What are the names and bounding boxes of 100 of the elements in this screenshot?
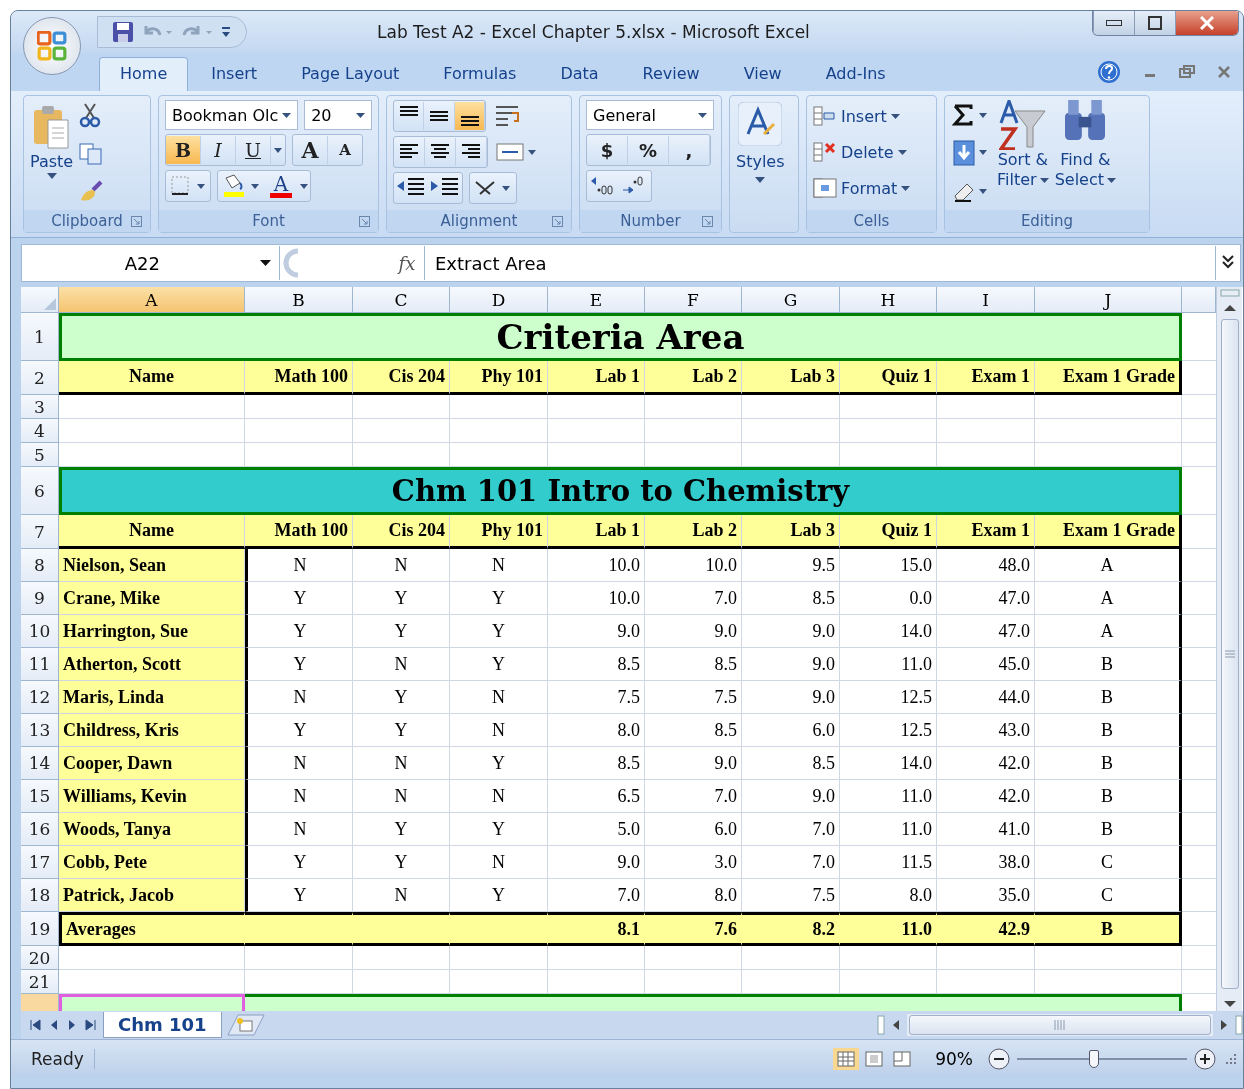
row-header[interactable]: 5	[21, 443, 59, 467]
table-cell: Y	[353, 846, 450, 879]
number-format-button[interactable]: ,	[669, 136, 710, 164]
ribbon-tab[interactable]: Home	[99, 57, 189, 91]
font-size-field[interactable]: 20	[304, 100, 372, 130]
resize-grip-icon[interactable]	[1223, 1051, 1237, 1066]
row-header[interactable]: 7	[21, 515, 59, 549]
dialog-launcher-icon[interactable]	[702, 215, 713, 227]
align-button[interactable]	[455, 102, 485, 130]
row-header[interactable]: 14	[21, 747, 59, 780]
row-header[interactable]: 8	[21, 549, 59, 582]
font-style-button[interactable]: U	[236, 136, 271, 164]
row-header[interactable]: 16	[21, 813, 59, 846]
row-header[interactable]: 6	[21, 467, 59, 515]
column-header[interactable]: F	[645, 287, 742, 313]
grow-font-button[interactable]: A	[293, 136, 328, 164]
row-header[interactable]: 18	[21, 879, 59, 912]
ribbon-tab[interactable]: Data	[539, 57, 620, 91]
ribbon-tab[interactable]: Review	[621, 57, 721, 91]
group-label: Editing	[1020, 212, 1074, 230]
ribbon-tab[interactable]: Page Layout	[280, 57, 421, 91]
number-format-field[interactable]: General	[586, 100, 714, 130]
row-header[interactable]: 4	[21, 419, 59, 443]
column-header[interactable]: E	[548, 287, 645, 313]
help-icon[interactable]	[1097, 60, 1121, 84]
ribbon-tab[interactable]: Formulas	[422, 57, 538, 91]
number-format-button[interactable]: $	[587, 136, 628, 164]
close-button[interactable]	[1175, 11, 1238, 35]
zoom-slider-thumb[interactable]	[1088, 1049, 1099, 1068]
caret-icon	[890, 113, 900, 119]
zoom-in-icon[interactable]	[1193, 1046, 1217, 1071]
restore-icon[interactable]	[1179, 65, 1195, 79]
row-header[interactable]: 21	[21, 970, 59, 994]
paste-button[interactable]: Paste	[30, 100, 74, 210]
table-cell: 10.0	[645, 549, 742, 582]
row-header[interactable]: 20	[21, 946, 59, 970]
split-handle-icon[interactable]	[1235, 1015, 1243, 1035]
sheet-tab[interactable]: Chm 101	[103, 1012, 222, 1038]
table-cell: 35.0	[937, 879, 1035, 912]
save-icon[interactable]	[112, 21, 134, 43]
scroll-thumb[interactable]	[1220, 319, 1239, 989]
column-header[interactable]: C	[353, 287, 450, 313]
format-cells-icon	[813, 178, 837, 198]
sort-filter-button[interactable]: Sort & Filter	[997, 100, 1049, 210]
row-header[interactable]: 17	[21, 846, 59, 879]
table-cell: Maris, Linda	[59, 681, 245, 714]
row-header[interactable]: 2	[21, 361, 59, 395]
column-header[interactable]: J	[1035, 287, 1182, 313]
insert-function-button[interactable]: fx	[390, 252, 424, 274]
dialog-launcher-icon[interactable]	[552, 215, 563, 227]
table-cell: Y	[450, 582, 548, 615]
table-cell: 9.0	[645, 615, 742, 648]
dialog-launcher-icon[interactable]	[359, 215, 370, 227]
split-handle-icon[interactable]	[1219, 289, 1240, 297]
ribbon-tab[interactable]: Add-Ins	[804, 57, 907, 91]
header-cell: Exam 1	[937, 361, 1035, 395]
find-select-button[interactable]: Find & Select	[1054, 100, 1116, 210]
row-header[interactable]: 19	[21, 912, 59, 946]
maximize-button[interactable]	[1134, 11, 1175, 35]
column-header[interactable]: B	[245, 287, 353, 313]
row-header[interactable]: 15	[21, 780, 59, 813]
table-cell: 7.5	[548, 681, 645, 714]
shrink-font-button[interactable]: A	[328, 136, 362, 164]
zoom-level[interactable]: 90%	[927, 1048, 981, 1069]
normal-view-icon[interactable]	[833, 1047, 860, 1070]
row-header[interactable]: 12	[21, 681, 59, 714]
row-header[interactable]: 10	[21, 615, 59, 648]
column-header[interactable]: I	[937, 287, 1035, 313]
row-header[interactable]: 1	[21, 313, 59, 361]
ribbon-tab[interactable]: Insert	[190, 57, 279, 91]
cut-icon[interactable]	[79, 102, 102, 128]
first-sheet-icon[interactable]	[27, 1018, 43, 1032]
column-header[interactable]: A	[59, 287, 245, 313]
row-header[interactable]: 3	[21, 395, 59, 419]
column-header[interactable]: G	[742, 287, 840, 313]
dialog-launcher-icon[interactable]	[131, 215, 142, 227]
font-style-button[interactable]: I	[201, 136, 236, 164]
column-header[interactable]: D	[450, 287, 548, 313]
row-header[interactable]: 11	[21, 648, 59, 681]
ribbon-tab[interactable]: View	[722, 57, 803, 91]
vertical-scrollbar[interactable]	[1216, 287, 1242, 1011]
cells-button[interactable]: Delete	[813, 136, 930, 168]
split-handle-icon[interactable]	[877, 1015, 885, 1035]
zoom-out-icon[interactable]	[987, 1046, 1011, 1071]
name-box[interactable]: A22	[22, 246, 280, 280]
font-style-button[interactable]: B	[166, 136, 201, 164]
row-header[interactable]: 13	[21, 714, 59, 747]
table-cell: Y	[450, 879, 548, 912]
row-header[interactable]: 9	[21, 582, 59, 615]
minimize-button[interactable]	[1093, 11, 1134, 35]
cells-button[interactable]: Format	[813, 172, 930, 204]
column-header[interactable]: H	[840, 287, 937, 313]
number-format-button[interactable]: %	[628, 136, 669, 164]
table-cell: 10.0	[548, 549, 645, 582]
cells-button[interactable]: Insert	[813, 100, 930, 132]
formula-field[interactable]: Extract Area	[424, 246, 1216, 280]
font-name-field[interactable]: Bookman Olc	[165, 100, 299, 130]
close-icon[interactable]	[1217, 65, 1231, 79]
table-cell: Y	[245, 879, 353, 912]
last-sheet-icon[interactable]	[83, 1018, 99, 1032]
